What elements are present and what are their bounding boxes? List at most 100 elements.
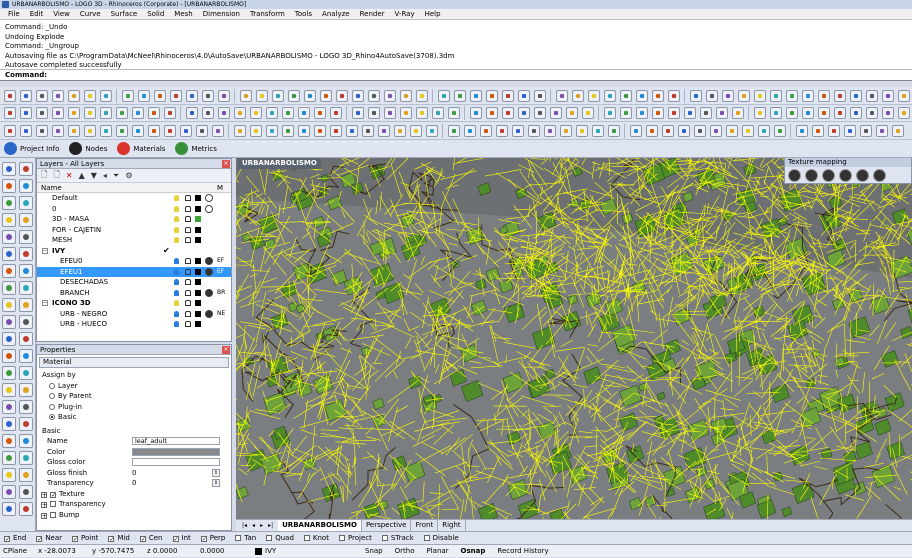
- toolbar-tool-icon[interactable]: [68, 125, 80, 137]
- status-layer[interactable]: IVY: [265, 545, 276, 558]
- toolbar-tool-icon[interactable]: [4, 125, 16, 137]
- visibility-bulb-icon[interactable]: [174, 269, 179, 275]
- toolbar-tool-icon[interactable]: [512, 125, 524, 137]
- toolbar-tool-icon[interactable]: [304, 90, 316, 102]
- left-tool-icon[interactable]: [2, 451, 16, 465]
- osnap-checkbox[interactable]: ✓: [72, 536, 78, 542]
- toolbar-tool-icon[interactable]: [202, 107, 214, 119]
- subsection-checkbox[interactable]: [50, 501, 56, 507]
- visibility-bulb-icon[interactable]: [174, 321, 179, 327]
- next-tab-arrow-icon[interactable]: ▸: [260, 522, 263, 529]
- toolbar-tool-icon[interactable]: [770, 107, 782, 119]
- menu-item-solid[interactable]: Solid: [142, 9, 169, 19]
- toolbar-tool-icon[interactable]: [100, 107, 112, 119]
- menu-item-view[interactable]: View: [48, 9, 75, 19]
- osnap-checkbox[interactable]: ✓: [4, 536, 10, 542]
- toolbar-tool-icon[interactable]: [400, 107, 412, 119]
- toolbar-tool-icon[interactable]: [186, 90, 198, 102]
- layer-color-swatch[interactable]: [195, 311, 201, 317]
- toolbar-tool-icon[interactable]: [866, 107, 878, 119]
- layer-color-swatch[interactable]: [195, 216, 201, 222]
- toolbar-tool-icon[interactable]: [218, 107, 230, 119]
- viewport-scene[interactable]: [236, 158, 912, 519]
- layer-material-icon[interactable]: [205, 205, 213, 213]
- toolbar-tool-icon[interactable]: [346, 125, 358, 137]
- planar-mapping-icon[interactable]: [788, 169, 801, 182]
- toolbar-tool-icon[interactable]: [266, 125, 278, 137]
- menu-item-file[interactable]: File: [3, 9, 25, 19]
- toolbar-tool-icon[interactable]: [636, 107, 648, 119]
- toolbar-tool-icon[interactable]: [770, 90, 782, 102]
- left-tool-icon[interactable]: [2, 383, 16, 397]
- toolbar-tool-icon[interactable]: [812, 125, 824, 137]
- toolbar-tool-icon[interactable]: [722, 90, 734, 102]
- collapse-icon[interactable]: −: [42, 248, 48, 254]
- toolbar-tool-icon[interactable]: [282, 107, 294, 119]
- layer-color-swatch[interactable]: [195, 227, 201, 233]
- left-tool-icon[interactable]: [19, 162, 33, 176]
- lock-icon[interactable]: [185, 258, 191, 264]
- toolbar-tool-icon[interactable]: [20, 125, 32, 137]
- left-tool-icon[interactable]: [2, 366, 16, 380]
- left-tool-icon[interactable]: [19, 213, 33, 227]
- toolbar-tool-icon[interactable]: [4, 90, 16, 102]
- toolbar-tool-icon[interactable]: [592, 125, 604, 137]
- toolbar-tool-icon[interactable]: [630, 125, 642, 137]
- toolbar-tool-icon[interactable]: [898, 90, 910, 102]
- toolbar-tool-icon[interactable]: [116, 107, 128, 119]
- toolbar-tool-icon[interactable]: [432, 107, 444, 119]
- toolbar-tool-icon[interactable]: [52, 107, 64, 119]
- toolbar-tool-icon[interactable]: [502, 107, 514, 119]
- toolbar-tool-icon[interactable]: [684, 107, 696, 119]
- osnap-disable[interactable]: Disable: [424, 534, 459, 542]
- left-tool-icon[interactable]: [2, 485, 16, 499]
- visibility-bulb-icon[interactable]: [174, 206, 179, 212]
- toolbar-tool-icon[interactable]: [20, 90, 32, 102]
- toolbar-tool-icon[interactable]: [148, 107, 160, 119]
- transparency-value[interactable]: 0: [132, 478, 136, 489]
- left-tool-icon[interactable]: [2, 468, 16, 482]
- toolbar-tool-icon[interactable]: [528, 125, 540, 137]
- toolbar-tool-icon[interactable]: [518, 90, 530, 102]
- toolbar-tool-icon[interactable]: [834, 90, 846, 102]
- toolbar-tool-icon[interactable]: [844, 125, 856, 137]
- toolbar-tool-icon[interactable]: [298, 107, 310, 119]
- toolbar-tool-icon[interactable]: [314, 107, 326, 119]
- radio-button[interactable]: [49, 393, 55, 399]
- osnap-knot[interactable]: Knot: [304, 534, 329, 542]
- toolbar-tool-icon[interactable]: [362, 125, 374, 137]
- left-tool-icon[interactable]: [19, 485, 33, 499]
- toolbar-tool-icon[interactable]: [758, 125, 770, 137]
- layer-row[interactable]: −IVY✔: [37, 246, 231, 257]
- toolbar-tool-icon[interactable]: [550, 107, 562, 119]
- current-layer-check-icon[interactable]: ✔: [163, 246, 170, 257]
- toolbar-tool-icon[interactable]: [726, 125, 738, 137]
- layer-color-swatch[interactable]: [195, 279, 201, 285]
- spinner-icon[interactable]: ⇕: [212, 479, 220, 487]
- toolbar-tool-icon[interactable]: [448, 125, 460, 137]
- uvw-mapping-icon[interactable]: [873, 169, 886, 182]
- toolbar-tool-icon[interactable]: [470, 90, 482, 102]
- menu-item-analyze[interactable]: Analyze: [317, 9, 355, 19]
- lock-icon[interactable]: [185, 279, 191, 285]
- toolbar-tool-icon[interactable]: [876, 125, 888, 137]
- subsection-checkbox[interactable]: [50, 512, 56, 518]
- osnap-strack[interactable]: STrack: [382, 534, 414, 542]
- toolbar-tool-icon[interactable]: [170, 90, 182, 102]
- close-icon[interactable]: ×: [222, 346, 230, 354]
- toolbar-tool-icon[interactable]: [154, 90, 166, 102]
- view-tab-urbanarbolismo[interactable]: URBANARBOLISMO: [278, 520, 362, 531]
- move-down-icon[interactable]: ▼: [91, 171, 97, 180]
- expand-icon[interactable]: +: [41, 492, 47, 498]
- radio-button[interactable]: [49, 404, 55, 410]
- toolbar-tool-icon[interactable]: [234, 125, 246, 137]
- layer-row[interactable]: URB - HUECO: [37, 319, 231, 330]
- osnap-mid[interactable]: ✓Mid: [108, 534, 129, 542]
- toolbar-tool-icon[interactable]: [84, 125, 96, 137]
- expand-icon[interactable]: +: [41, 502, 47, 508]
- view-tab-front[interactable]: Front: [411, 520, 438, 531]
- visibility-bulb-icon[interactable]: [174, 290, 179, 296]
- osnap-quad[interactable]: Quad: [266, 534, 294, 542]
- menu-item-tools[interactable]: Tools: [290, 9, 317, 19]
- spherical-mapping-icon[interactable]: [822, 169, 835, 182]
